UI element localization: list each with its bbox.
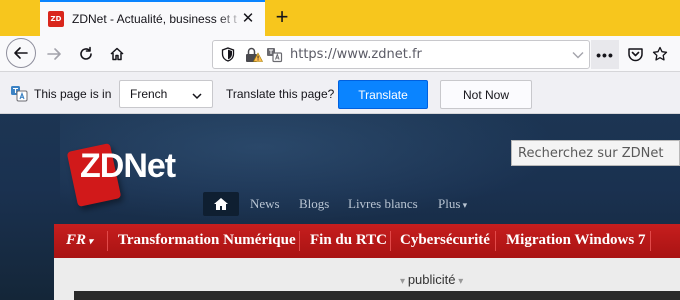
language-select[interactable]: French	[119, 80, 213, 108]
divider	[107, 231, 108, 251]
edition-label: FR	[66, 232, 87, 248]
pocket-icon	[627, 48, 643, 62]
chevron-down-icon	[572, 51, 584, 58]
translate-page-icon[interactable]	[266, 47, 283, 66]
back-button[interactable]	[6, 38, 36, 68]
ad-label-text: publicité	[407, 272, 456, 287]
close-tab-icon[interactable]: ✕	[241, 11, 255, 26]
caret-down-icon: ▾	[460, 200, 468, 210]
divider	[495, 231, 496, 251]
translate-bar: This page is in French Translate this pa…	[0, 72, 680, 114]
back-arrow-icon	[14, 47, 28, 59]
section-link[interactable]: Migration Windows 7	[506, 232, 645, 249]
home-icon	[214, 198, 228, 210]
address-bar[interactable]: https://www.zdnet.fr	[212, 40, 590, 69]
ad-banner[interactable]	[74, 291, 680, 300]
forward-arrow-icon	[47, 48, 61, 60]
section-link[interactable]: Cybersécurité	[400, 232, 490, 249]
translate-icon	[10, 85, 28, 105]
lock-warning-icon[interactable]	[245, 47, 263, 66]
caret-down-icon: ▾	[455, 276, 464, 287]
translate-button[interactable]: Translate	[338, 80, 428, 109]
tab-strip: ZD ZDNet - Actualité, business et t ✕ +	[0, 0, 680, 36]
zdnet-logo[interactable]: ZDNet	[80, 147, 176, 186]
nav-plus-label: Plus	[438, 196, 461, 211]
nav-link-plus[interactable]: Plus ▾	[438, 196, 467, 212]
new-tab-button[interactable]: +	[272, 6, 292, 28]
tab-title: ZDNet - Actualité, business et t	[72, 12, 237, 26]
section-bar: FR ▾ Transformation Numérique Fin du RTC…	[54, 224, 680, 258]
web-page: ZDNet Recherchez sur ZDNet News Blogs Li…	[0, 114, 680, 300]
translate-question: Translate this page?	[226, 87, 335, 101]
url-dropdown-button[interactable]	[567, 41, 589, 68]
bookmark-button[interactable]	[646, 40, 674, 68]
site-search-input[interactable]: Recherchez sur ZDNet	[511, 140, 680, 166]
shield-icon[interactable]	[221, 47, 235, 65]
forward-button[interactable]	[40, 40, 68, 68]
bookmark-star-icon	[652, 46, 668, 61]
divider	[650, 231, 651, 251]
section-link[interactable]: Transformation Numérique	[118, 232, 296, 249]
nav-link-news[interactable]: News	[250, 196, 280, 212]
select-chevron-icon	[192, 89, 202, 103]
zdnet-favicon-icon: ZD	[48, 11, 64, 27]
not-now-button[interactable]: Not Now	[440, 80, 532, 109]
site-home-button[interactable]	[203, 192, 239, 216]
divider	[299, 231, 300, 251]
ad-label: ▾ publicité ▾	[400, 272, 463, 287]
url-text[interactable]: https://www.zdnet.fr	[290, 47, 422, 62]
caret-down-icon: ▾	[400, 276, 408, 287]
home-icon	[110, 47, 124, 61]
page-actions-button[interactable]: •••	[591, 40, 619, 69]
divider	[390, 231, 391, 251]
nav-link-blogs[interactable]: Blogs	[299, 196, 329, 212]
navigation-bar: https://www.zdnet.fr •••	[0, 36, 680, 72]
active-tab[interactable]: ZD ZDNet - Actualité, business et t ✕	[40, 0, 265, 36]
section-link[interactable]: Fin du RTC	[310, 232, 387, 249]
selected-language: French	[130, 87, 168, 101]
edition-select[interactable]: FR ▾	[66, 232, 93, 249]
page-language-label: This page is in	[34, 87, 112, 101]
home-button[interactable]	[103, 40, 131, 68]
caret-down-icon: ▾	[86, 236, 93, 246]
reload-icon	[80, 46, 92, 60]
pocket-button[interactable]	[621, 40, 649, 68]
reload-button[interactable]	[72, 40, 100, 68]
nav-link-livres-blancs[interactable]: Livres blancs	[348, 196, 418, 212]
